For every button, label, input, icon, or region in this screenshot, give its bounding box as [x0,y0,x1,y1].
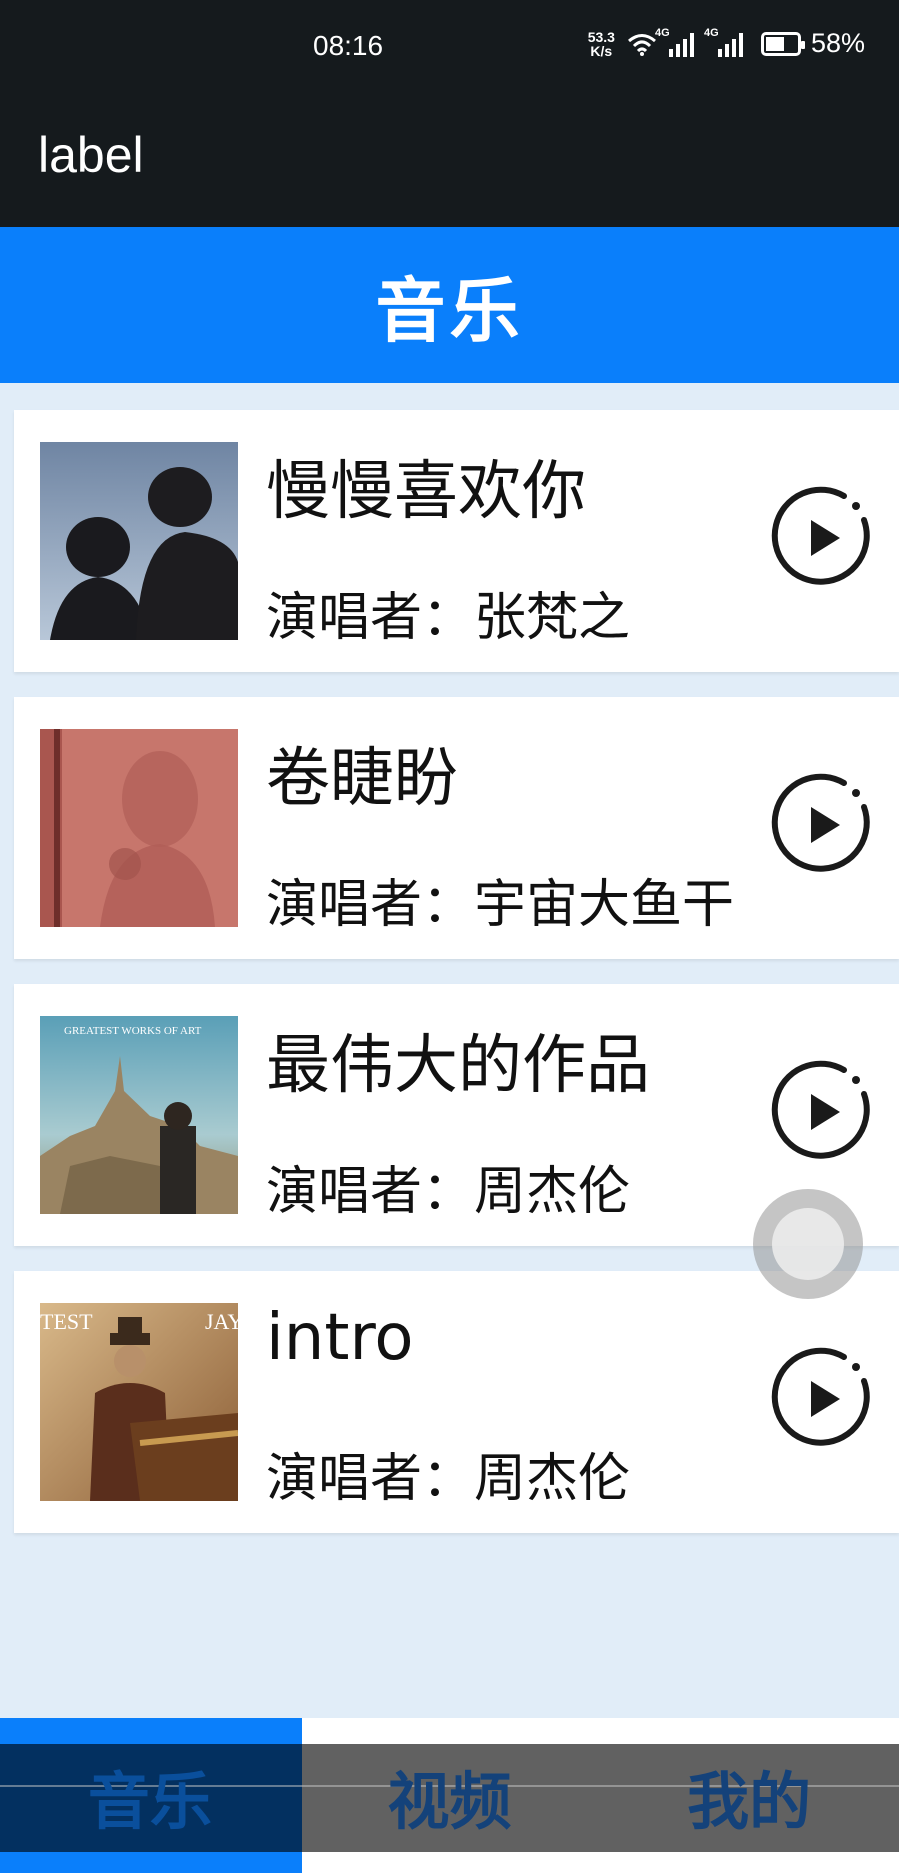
signal-icon-sim2: 4G [704,27,743,57]
play-icon[interactable] [768,1058,876,1166]
floating-button-inner [772,1208,844,1280]
tab-video[interactable]: 视频 [300,1718,600,1873]
album-cover-castle: GREATEST WORKS OF ART [40,1016,238,1214]
battery-percent: 58% [810,28,865,58]
network-speed: 53.3 K/s [587,28,615,59]
song-artist: 演唱者：周杰伦 [266,1162,631,1222]
page-title: 音乐 [375,269,524,352]
song-item[interactable]: 卷睫盼 演唱者：宇宙大鱼干 [14,697,899,959]
song-title: intro [266,1301,414,1375]
play-icon[interactable] [768,771,876,879]
song-item[interactable]: TEST JAY intro 演唱者：周杰伦 [14,1271,899,1533]
play-icon[interactable] [768,484,876,592]
album-cover-shadow-on-wall [40,729,238,927]
song-artist: 演唱者：宇宙大鱼干 [266,875,735,935]
wifi-icon [627,33,656,56]
floating-assistive-button[interactable] [753,1189,863,1299]
song-title: 慢慢喜欢你 [266,455,586,529]
album-cover-piano: TEST JAY [40,1303,238,1501]
app-bar-label: label [38,127,144,183]
album-cover-silhouette-couple [40,442,238,640]
page-header: 音乐 [0,227,899,383]
battery-icon [760,31,805,56]
cover-text: GREATEST WORKS OF ART [64,1025,202,1037]
tab-music[interactable]: 音乐 [0,1718,300,1873]
song-title: 卷睫盼 [266,742,458,816]
cover-text: TEST [40,1309,93,1334]
song-item[interactable]: 慢慢喜欢你 演唱者：张梵之 [14,410,899,672]
status-icons: 53.3 K/s 4G 4G 58% [587,27,865,59]
play-icon[interactable] [768,1345,876,1453]
app-bar: label [0,100,899,227]
tabs: 音乐 视频 我的 [0,1718,899,1873]
song-artist: 演唱者：周杰伦 [266,1449,631,1509]
song-artist: 演唱者：张梵之 [266,588,631,648]
status-bar: 08:16 53.3 K/s 4G 4G 58% [0,0,899,100]
status-time: 08:16 [313,30,384,61]
song-list: 慢慢喜欢你 演唱者：张梵之 卷睫盼 演唱者：宇宙大鱼干 GREATEST WOR… [14,410,899,1558]
song-title: 最伟大的作品 [266,1029,650,1103]
cover-text: JAY [205,1309,238,1334]
signal-icon-sim1: 4G [655,27,694,57]
tab-mine[interactable]: 我的 [599,1718,899,1873]
